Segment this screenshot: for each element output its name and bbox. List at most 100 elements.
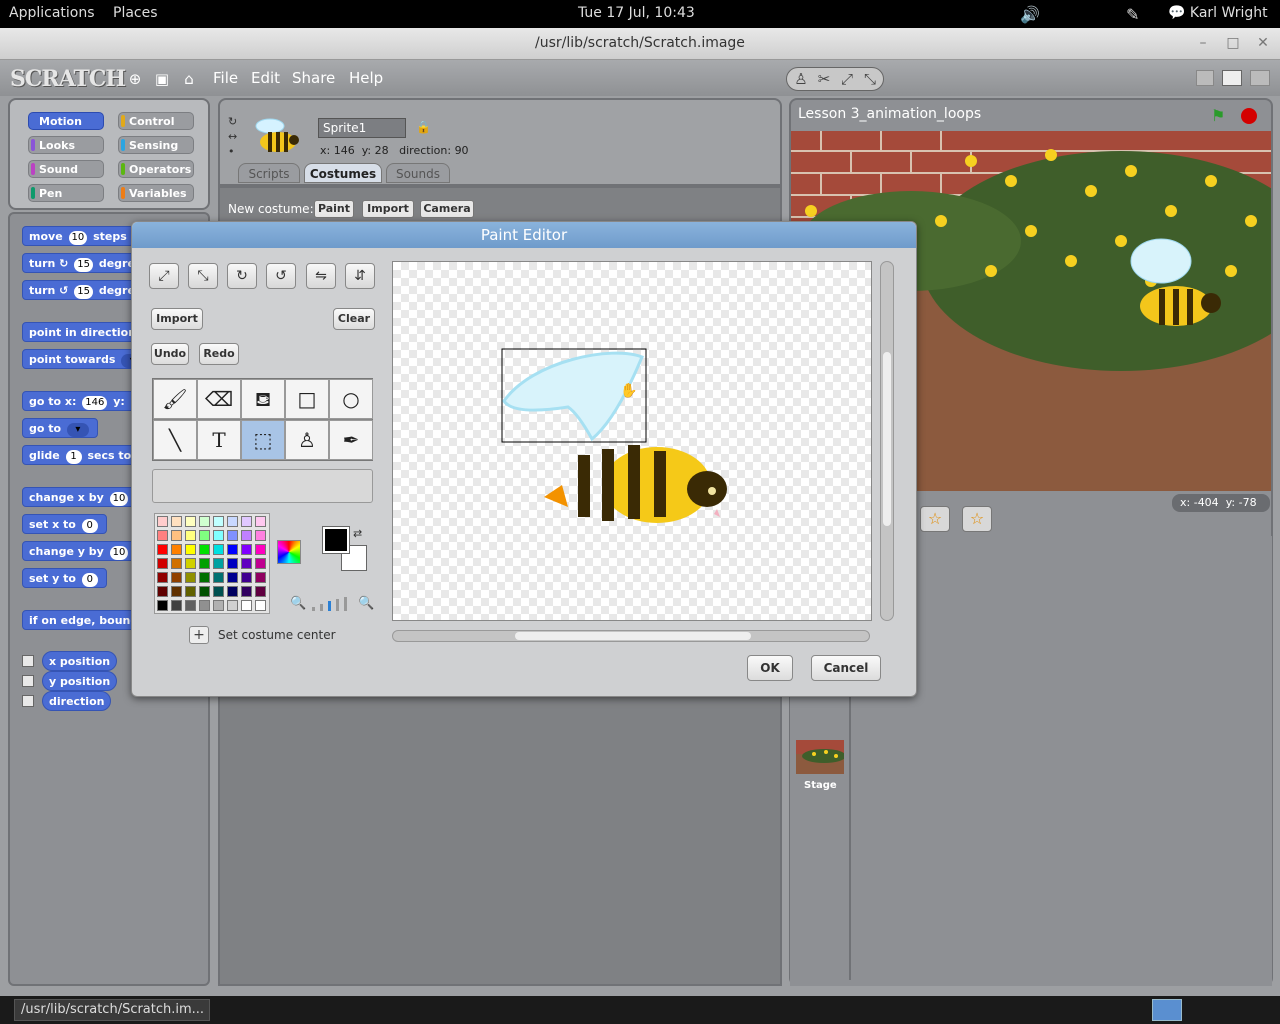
- accessibility-icon[interactable]: ✎: [1126, 5, 1139, 24]
- text-icon[interactable]: T: [197, 420, 241, 460]
- redo-button[interactable]: Redo: [199, 343, 239, 365]
- color-swatch[interactable]: [185, 516, 196, 527]
- color-swatch[interactable]: [157, 558, 168, 569]
- select-icon[interactable]: ⬚: [241, 420, 285, 460]
- category-control[interactable]: Control: [118, 112, 194, 130]
- color-swatch[interactable]: [199, 558, 210, 569]
- paint-costume-button[interactable]: Paint: [314, 200, 354, 218]
- camera-costume-button[interactable]: Camera: [420, 200, 474, 218]
- zoom-out-icon[interactable]: 🔍: [290, 596, 306, 611]
- reporter-direction[interactable]: direction: [42, 691, 112, 711]
- color-swatch[interactable]: [241, 530, 252, 541]
- color-swatch[interactable]: [213, 586, 224, 597]
- block-change-y[interactable]: change y by 10: [22, 541, 138, 561]
- presentation-mode-icon[interactable]: [1250, 70, 1270, 86]
- paintbrush-icon[interactable]: 🖌: [153, 379, 197, 419]
- paint-editor-title[interactable]: Paint Editor: [132, 222, 916, 248]
- color-swatch[interactable]: [227, 544, 238, 555]
- color-swatch[interactable]: [171, 530, 182, 541]
- checkbox-direction[interactable]: [22, 695, 34, 707]
- import-costume-button[interactable]: Import: [362, 200, 414, 218]
- close-button[interactable]: ✕: [1254, 34, 1272, 52]
- stop-icon[interactable]: [1241, 108, 1257, 124]
- color-swatch[interactable]: [241, 586, 252, 597]
- stage-thumbnail[interactable]: [796, 740, 844, 774]
- delete-scissors-icon[interactable]: ✂: [815, 70, 833, 88]
- color-swatch[interactable]: [255, 600, 266, 611]
- color-swatch[interactable]: [227, 572, 238, 583]
- menu-file[interactable]: File: [213, 69, 238, 87]
- save-icon[interactable]: ▣: [153, 70, 171, 88]
- reporter-y-position[interactable]: y position: [42, 671, 118, 691]
- color-swatch[interactable]: [185, 544, 196, 555]
- menu-help[interactable]: Help: [349, 69, 383, 87]
- color-swatch[interactable]: [241, 516, 252, 527]
- color-swatch[interactable]: [241, 558, 252, 569]
- grow-icon[interactable]: ⤢: [838, 70, 856, 88]
- color-swatch[interactable]: [255, 558, 266, 569]
- color-swatch[interactable]: [227, 516, 238, 527]
- color-swatch[interactable]: [185, 572, 196, 583]
- window-titlebar[interactable]: /usr/lib/scratch/Scratch.image – □ ✕: [0, 28, 1280, 60]
- clear-button[interactable]: Clear: [333, 308, 375, 330]
- small-stage-mode-icon[interactable]: [1196, 70, 1214, 86]
- ok-button[interactable]: OK: [747, 655, 793, 681]
- volume-icon[interactable]: 🔊: [1020, 5, 1040, 24]
- color-swatch[interactable]: [157, 544, 168, 555]
- category-sound[interactable]: Sound: [28, 160, 104, 178]
- color-swatch[interactable]: [227, 558, 238, 569]
- workspace-switcher-icon[interactable]: [1152, 999, 1182, 1021]
- color-swatch[interactable]: [227, 530, 238, 541]
- sprite-name-field[interactable]: Sprite1: [318, 118, 406, 138]
- color-swatch[interactable]: [171, 516, 182, 527]
- rotate-ccw-icon[interactable]: ↺: [266, 263, 296, 289]
- color-swatch[interactable]: [157, 516, 168, 527]
- color-swatch[interactable]: [199, 586, 210, 597]
- green-flag-icon[interactable]: ⚑: [1211, 106, 1225, 125]
- vertical-scrollbar[interactable]: [880, 261, 894, 621]
- ellipse-icon[interactable]: ○: [329, 379, 373, 419]
- checkbox-x-position[interactable]: [22, 655, 34, 667]
- tab-costumes[interactable]: Costumes: [304, 163, 382, 183]
- category-variables[interactable]: Variables: [118, 184, 194, 202]
- paint-new-sprite-icon[interactable]: ☆: [920, 506, 950, 532]
- color-swatch[interactable]: [255, 586, 266, 597]
- project-title[interactable]: Lesson 3_animation_loops: [798, 106, 981, 122]
- category-pen[interactable]: Pen: [28, 184, 104, 202]
- stamp-icon[interactable]: ♙: [285, 420, 329, 460]
- flip-horizontal-icon[interactable]: ⇋: [306, 263, 336, 289]
- block-move-steps[interactable]: move 10 steps: [22, 226, 134, 246]
- category-looks[interactable]: Looks: [28, 136, 104, 154]
- color-swatch[interactable]: [255, 544, 266, 555]
- places-menu[interactable]: Places: [113, 5, 158, 21]
- tab-scripts[interactable]: Scripts: [238, 163, 300, 183]
- user-menu[interactable]: 💬 Karl Wright: [1168, 5, 1268, 21]
- color-swatch[interactable]: [241, 544, 252, 555]
- color-swatch[interactable]: [171, 544, 182, 555]
- normal-stage-mode-icon[interactable]: [1222, 70, 1242, 86]
- color-swatch[interactable]: [199, 530, 210, 541]
- color-swatch[interactable]: [213, 572, 224, 583]
- color-swatch[interactable]: [171, 600, 182, 611]
- color-swatch[interactable]: [185, 600, 196, 611]
- taskbar-window-item[interactable]: /usr/lib/scratch/Scratch.im...: [14, 999, 210, 1021]
- checkbox-y-position[interactable]: [22, 675, 34, 687]
- language-globe-icon[interactable]: ⊕: [126, 70, 144, 88]
- applications-menu[interactable]: Applications: [9, 5, 95, 21]
- minimize-button[interactable]: –: [1194, 34, 1212, 52]
- color-swatch[interactable]: [255, 572, 266, 583]
- block-change-x[interactable]: change x by 10: [22, 487, 138, 507]
- set-costume-center-label[interactable]: Set costume center: [218, 628, 336, 642]
- foreground-color[interactable]: [322, 526, 350, 554]
- block-set-y[interactable]: set y to 0: [22, 568, 107, 588]
- color-swatch[interactable]: [227, 600, 238, 611]
- horizontal-scroll-thumb[interactable]: [515, 632, 751, 640]
- color-swatch[interactable]: [171, 558, 182, 569]
- block-go-to[interactable]: go to ▾: [22, 418, 98, 438]
- color-swatch[interactable]: [213, 516, 224, 527]
- category-operators[interactable]: Operators: [118, 160, 194, 178]
- category-sensing[interactable]: Sensing: [118, 136, 194, 154]
- color-swatch[interactable]: [213, 544, 224, 555]
- color-picker-icon[interactable]: [277, 540, 301, 564]
- color-swatch[interactable]: [199, 572, 210, 583]
